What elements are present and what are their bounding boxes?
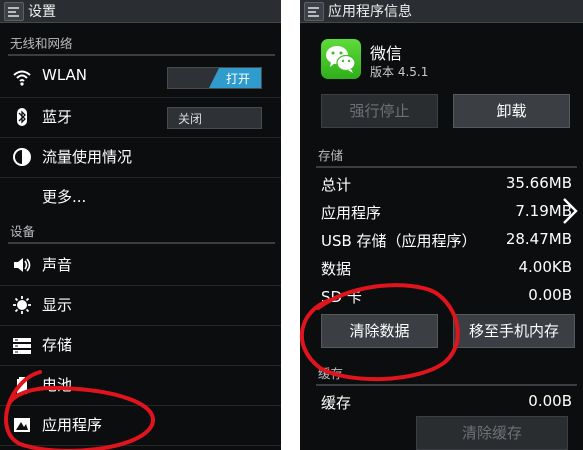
bluetooth-toggle-text: 关闭 — [178, 112, 203, 126]
storage-row-label: 总计 — [321, 176, 352, 194]
app-info-title: 应用程序信息 — [328, 4, 412, 20]
settings-item-display[interactable]: 显示 — [0, 285, 281, 326]
bluetooth-label: 蓝牙 — [42, 108, 73, 126]
storage-label: 存储 — [42, 336, 73, 354]
bluetooth-toggle[interactable]: 关闭 — [167, 107, 262, 129]
force-stop-button[interactable]: 强行停止 — [321, 94, 438, 128]
apps-icon — [14, 418, 30, 432]
section-storage: 存储 — [316, 142, 577, 168]
storage-row-data: 数据 4.00KB — [300, 254, 583, 282]
storage-row-value: 28.47MB — [505, 230, 572, 248]
settings-item-more[interactable]: 更多... — [0, 177, 281, 217]
app-info-titlebar: 应用程序信息 — [300, 0, 583, 23]
storage-row-label: 应用程序 — [321, 204, 382, 222]
settings-item-battery[interactable]: 电池 — [0, 365, 281, 406]
settings-title: 设置 — [28, 4, 56, 20]
display-label: 显示 — [42, 296, 73, 314]
settings-item-data-usage[interactable]: 流量使用情况 — [0, 137, 281, 178]
battery-icon — [17, 377, 27, 394]
wlan-label: WLAN — [42, 66, 88, 84]
uninstall-button[interactable]: 卸载 — [453, 94, 570, 128]
storage-row-value: 4.00KB — [518, 258, 572, 276]
wifi-icon — [13, 70, 31, 86]
settings-item-apps[interactable]: 应用程序 — [0, 405, 281, 446]
settings-item-storage[interactable]: 存储 — [0, 325, 281, 366]
storage-row-value: 35.66MB — [505, 174, 572, 192]
data-usage-icon — [13, 148, 31, 166]
bluetooth-icon — [17, 108, 27, 126]
settings-app-icon[interactable] — [304, 2, 324, 21]
speaker-icon — [14, 258, 31, 272]
move-to-phone-button[interactable]: 移至手机内存 — [453, 314, 575, 348]
storage-row-label: USB 存储（应用程序） — [321, 232, 477, 250]
section-cache: 缓存 — [316, 360, 577, 386]
wlan-toggle[interactable]: 打开 — [167, 67, 262, 89]
clear-cache-button[interactable]: 清除缓存 — [416, 416, 568, 450]
section-wireless: 无线和网络 — [8, 30, 275, 56]
storage-icon — [13, 338, 31, 354]
app-name: 微信 — [370, 44, 403, 63]
storage-row-sd: SD 卡 0.00B — [300, 282, 583, 310]
wlan-toggle-text: 打开 — [225, 72, 250, 86]
cache-row-label: 缓存 — [321, 394, 352, 412]
storage-row-app: 应用程序 7.19MB — [300, 198, 583, 226]
clear-data-button[interactable]: 清除数据 — [321, 314, 438, 348]
section-storage-label: 存储 — [318, 148, 344, 163]
apps-label: 应用程序 — [42, 416, 103, 434]
chevron-right-icon[interactable] — [561, 196, 579, 226]
cache-row-value: 0.00B — [528, 392, 572, 410]
settings-titlebar: 设置 — [0, 0, 281, 23]
settings-item-bluetooth[interactable]: 蓝牙 关闭 — [0, 97, 281, 138]
cache-row: 缓存 0.00B — [300, 388, 583, 416]
storage-row-total: 总计 35.66MB — [300, 170, 583, 198]
section-wireless-label: 无线和网络 — [10, 36, 73, 51]
settings-item-sound[interactable]: 声音 — [0, 245, 281, 286]
section-cache-label: 缓存 — [318, 366, 344, 381]
settings-app-icon[interactable] — [4, 2, 24, 21]
data-usage-label: 流量使用情况 — [42, 148, 133, 166]
app-version: 版本 4.5.1 — [370, 65, 429, 79]
settings-panel: 设置 无线和网络 WLAN 打开 蓝牙 关闭 流量使用情况 更多... 设备 声… — [0, 0, 281, 450]
section-device-label: 设备 — [10, 224, 36, 239]
storage-row-usb: USB 存储（应用程序） 28.47MB — [300, 226, 583, 254]
brightness-icon — [13, 296, 31, 314]
app-info-panel: 应用程序信息 微信 版本 4.5.1 强行停止 卸载 存储 总计 35.66MB… — [300, 0, 583, 450]
settings-item-wlan[interactable]: WLAN 打开 — [0, 57, 281, 98]
storage-row-label: SD 卡 — [321, 288, 362, 306]
storage-row-value: 0.00B — [528, 286, 572, 304]
battery-label: 电池 — [42, 376, 73, 394]
section-device: 设备 — [8, 218, 275, 244]
more-label: 更多... — [42, 188, 87, 206]
wechat-logo-icon — [321, 39, 361, 79]
storage-row-label: 数据 — [321, 260, 352, 278]
sound-label: 声音 — [42, 256, 73, 274]
